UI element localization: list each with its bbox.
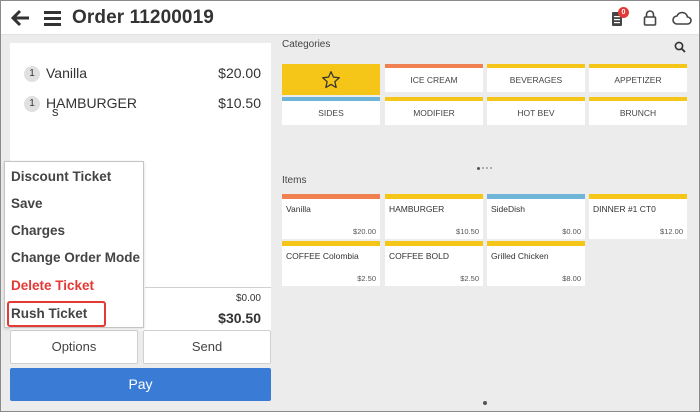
item-tile-price: $10.50 (456, 227, 479, 236)
item-tile[interactable]: DINNER #1 CT0 $12.00 (589, 194, 687, 239)
item-tile-price: $2.50 (460, 274, 479, 283)
pay-button[interactable]: Pay (10, 368, 271, 401)
item-tile-price: $12.00 (660, 227, 683, 236)
category-tile[interactable]: BEVERAGES (487, 64, 585, 92)
category-tile[interactable]: MODIFIER (385, 97, 483, 125)
item-tile-price: $2.50 (357, 274, 376, 283)
options-menu: Discount Ticket Save Charges Change Orde… (4, 161, 144, 328)
item-tile-name: Vanilla (286, 204, 311, 214)
item-tile-name: SideDish (491, 204, 526, 214)
star-icon (322, 71, 340, 89)
cloud-icon[interactable] (672, 11, 692, 26)
item-tile[interactable]: HAMBURGER $10.50 (385, 194, 483, 239)
send-button[interactable]: Send (143, 330, 271, 364)
item-tile-name: COFFEE Colombia (286, 251, 359, 261)
menu-icon[interactable] (44, 11, 61, 26)
category-tile[interactable]: APPETIZER (589, 64, 687, 92)
ticket-line-item[interactable]: 1 Vanilla $20.00 (10, 62, 271, 86)
lock-icon[interactable] (643, 10, 657, 26)
notification-badge: 0 (618, 7, 629, 18)
items-label: Items (282, 175, 307, 186)
category-tile[interactable]: BRUNCH (589, 97, 687, 125)
page-indicator-dot (483, 401, 487, 405)
menu-item-discount-ticket[interactable]: Discount Ticket (11, 169, 111, 184)
page-title: Order 11200019 (72, 7, 214, 28)
item-tile[interactable]: Vanilla $20.00 (282, 194, 380, 239)
item-tile-price: $8.00 (562, 274, 581, 283)
back-arrow-icon[interactable] (11, 9, 31, 27)
menu-item-change-order-mode[interactable]: Change Order Mode (11, 250, 140, 265)
search-icon[interactable] (674, 41, 686, 53)
category-tile[interactable]: HOT BEV (487, 97, 585, 125)
category-tile[interactable]: SIDES (282, 97, 380, 125)
item-tile-name: HAMBURGER (389, 204, 445, 214)
line-item-name: Vanilla (46, 65, 87, 81)
quantity-badge: 1 (24, 66, 40, 82)
item-tile-name: DINNER #1 CT0 (593, 204, 656, 214)
quantity-badge: 1 (24, 96, 40, 112)
item-tile-price: $20.00 (353, 227, 376, 236)
rush-ticket-highlight (7, 301, 106, 327)
line-item-price: $10.50 (218, 95, 261, 111)
category-tile-favorites[interactable] (282, 64, 380, 95)
app-header: Order 11200019 0 (1, 1, 699, 35)
category-page-indicator (477, 167, 497, 171)
item-tile-name: Grilled Chicken (491, 251, 549, 261)
item-tile[interactable]: Grilled Chicken $8.00 (487, 241, 585, 286)
item-tile[interactable]: SideDish $0.00 (487, 194, 585, 239)
menu-item-delete-ticket[interactable]: Delete Ticket (11, 278, 94, 293)
item-tile[interactable]: COFFEE BOLD $2.50 (385, 241, 483, 286)
menu-item-save[interactable]: Save (11, 196, 43, 211)
options-button[interactable]: Options (10, 330, 138, 364)
line-item-modifier: s (52, 104, 59, 119)
item-tile-name: COFFEE BOLD (389, 251, 449, 261)
menu-panel: Categories ICE CREAM BEVERAGES APPETIZER… (278, 35, 699, 411)
line-item-name: HAMBURGER (46, 95, 138, 111)
category-tile[interactable]: ICE CREAM (385, 64, 483, 92)
total-amount: $30.50 (218, 310, 261, 326)
menu-item-charges[interactable]: Charges (11, 223, 65, 238)
item-tile-price: $0.00 (562, 227, 581, 236)
line-item-price: $20.00 (218, 65, 261, 81)
categories-label: Categories (282, 39, 331, 50)
totals-divider (145, 287, 271, 288)
subtotal-amount: $0.00 (235, 293, 261, 304)
item-tile[interactable]: COFFEE Colombia $2.50 (282, 241, 380, 286)
ticket-line-item[interactable]: 1 HAMBURGER $10.50 (10, 92, 271, 116)
